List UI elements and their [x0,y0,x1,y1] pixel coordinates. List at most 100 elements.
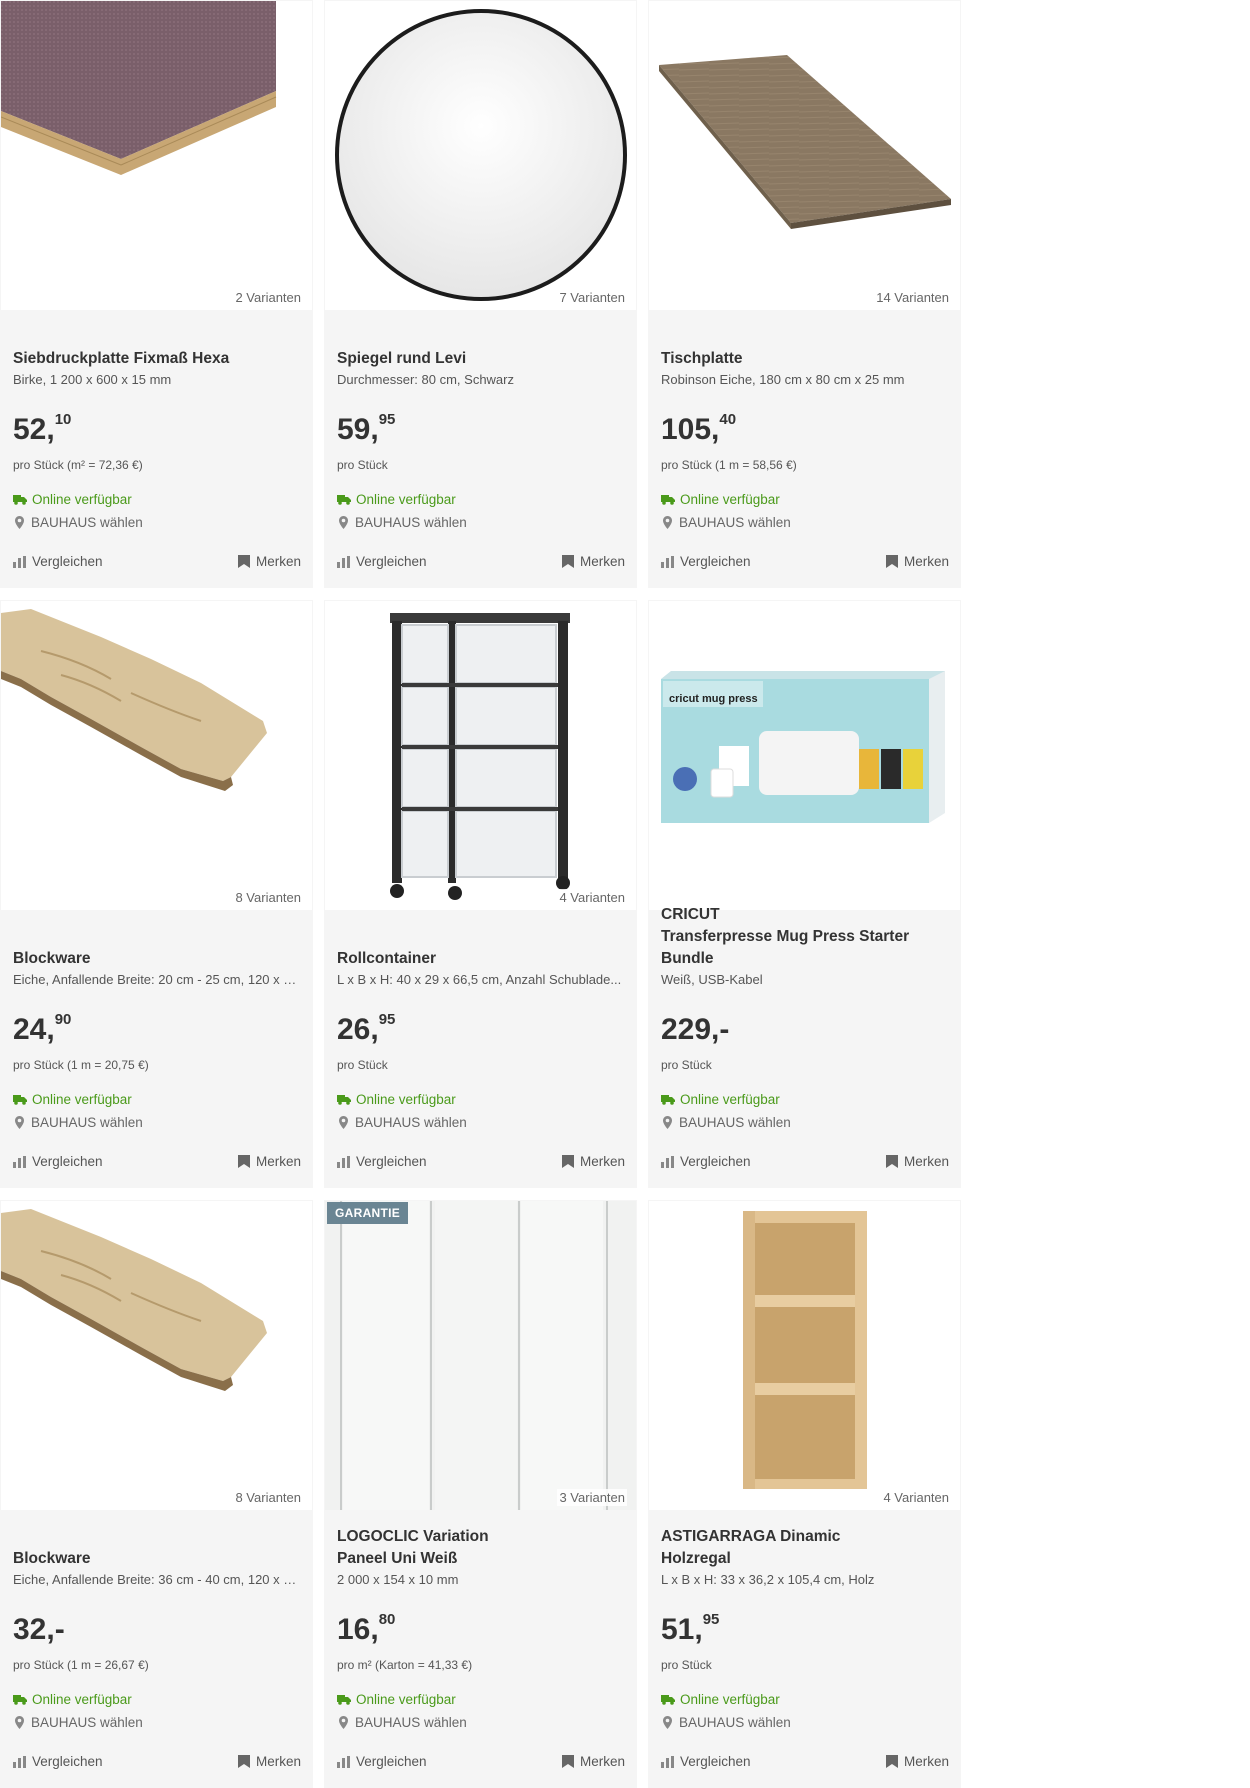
product-title[interactable]: Spiegel rund Levi [337,348,625,370]
product-brand: CRICUT [661,906,720,923]
bookmark-button[interactable]: Merken [885,554,949,569]
product-image[interactable]: 4 Varianten [649,1201,960,1510]
product-title[interactable]: Holzregal [661,1548,949,1570]
compare-button[interactable]: Vergleichen [13,554,103,569]
price: 24,90 [13,1011,72,1046]
product-card[interactable]: 2 Varianten Siebdruckplatte Fixmaß Hexa … [0,0,313,588]
price: 32,- [13,1613,65,1646]
store-select[interactable]: BAUHAUS wählen [337,1115,467,1130]
compare-button[interactable]: Vergleichen [661,1754,751,1769]
availability: Online verfügbar [13,1092,132,1107]
product-subtitle: Weiß, USB-Kabel [661,972,763,987]
bookmark-icon [885,1155,898,1168]
product-title[interactable]: Paneel Uni Weiß [337,1548,625,1570]
product-card[interactable]: 8 Varianten Blockware Eiche, Anfallende … [0,1200,313,1788]
availability: Online verfügbar [13,1692,132,1707]
store-select[interactable]: BAUHAUS wählen [337,515,467,530]
bookmark-button[interactable]: Merken [561,1754,625,1769]
compare-icon [661,555,674,568]
compare-button[interactable]: Vergleichen [13,1154,103,1169]
store-select[interactable]: BAUHAUS wählen [13,1715,143,1730]
bookmark-button[interactable]: Merken [561,1154,625,1169]
variants-count: 7 Varianten [557,289,627,306]
unit-price: pro Stück (1 m = 26,67 €) [13,1658,149,1672]
product-image[interactable]: GARANTIE 3 Varianten [325,1201,636,1510]
product-card[interactable]: 7 Varianten Spiegel rund Levi Durchmesse… [324,0,637,588]
product-subtitle: 2 000 x 154 x 10 mm [337,1572,459,1587]
truck-icon [13,1095,27,1105]
compare-button[interactable]: Vergleichen [661,1154,751,1169]
product-title[interactable]: Tischplatte [661,348,949,370]
bookmark-icon [561,555,574,568]
bookmark-button[interactable]: Merken [885,1154,949,1169]
truck-icon [13,1695,27,1705]
product-grid: 2 Varianten Siebdruckplatte Fixmaß Hexa … [0,0,962,1788]
store-select[interactable]: BAUHAUS wählen [661,1115,791,1130]
product-card[interactable]: 4 Varianten Rollcontainer L x B x H: 40 … [324,600,637,1188]
product-image[interactable]: 8 Varianten [1,601,312,910]
compare-button[interactable]: Vergleichen [337,1154,427,1169]
location-pin-icon [339,1116,348,1129]
bookmark-icon [561,1755,574,1768]
compare-button[interactable]: Vergleichen [661,554,751,569]
location-pin-icon [15,516,24,529]
compare-button[interactable]: Vergleichen [337,554,427,569]
product-subtitle: L x B x H: 33 x 36,2 x 105,4 cm, Holz [661,1572,875,1587]
product-image[interactable]: 2 Varianten [1,1,312,310]
product-title[interactable]: Blockware [13,1548,301,1570]
availability: Online verfügbar [337,1692,456,1707]
location-pin-icon [339,1716,348,1729]
product-card[interactable]: 14 Varianten Tischplatte Robinson Eiche,… [648,0,961,588]
product-image[interactable]: 8 Varianten [1,1201,312,1510]
product-card[interactable]: 8 Varianten Blockware Eiche, Anfallende … [0,600,313,1188]
compare-icon [337,1755,350,1768]
bookmark-icon [561,1155,574,1168]
product-image[interactable]: 4 Varianten [325,601,636,910]
product-subtitle: Durchmesser: 80 cm, Schwarz [337,372,514,387]
product-card[interactable]: cricut mug press CRICUT Transferpresse M… [648,600,961,1188]
product-title[interactable]: Transferpresse Mug Press Starter Bundle [661,926,949,970]
product-brand: ASTIGARRAGA Dinamic [661,1528,841,1545]
bookmark-icon [885,555,898,568]
availability: Online verfügbar [661,1092,780,1107]
product-card[interactable]: GARANTIE 3 Varianten LOGOCLIC Variation … [324,1200,637,1788]
store-select[interactable]: BAUHAUS wählen [661,1715,791,1730]
compare-icon [13,555,26,568]
guarantee-badge: GARANTIE [327,1202,409,1224]
bookmark-button[interactable]: Merken [237,1754,301,1769]
unit-price: pro Stück [661,1058,712,1072]
product-subtitle: Eiche, Anfallende Breite: 20 cm - 25 cm,… [13,972,301,987]
store-select[interactable]: BAUHAUS wählen [13,515,143,530]
product-image[interactable]: cricut mug press [649,601,960,910]
location-pin-icon [663,1116,672,1129]
unit-price: pro Stück [337,1058,388,1072]
product-card[interactable]: 4 Varianten ASTIGARRAGA Dinamic Holzrega… [648,1200,961,1788]
variants-count: 8 Varianten [233,889,303,906]
product-brand: LOGOCLIC Variation [337,1528,489,1545]
variants-count: 4 Varianten [557,889,627,906]
truck-icon [337,495,351,505]
product-title[interactable]: Siebdruckplatte Fixmaß Hexa [13,348,301,370]
truck-icon [661,1695,675,1705]
product-image[interactable]: 7 Varianten [325,1,636,310]
store-select[interactable]: BAUHAUS wählen [13,1115,143,1130]
compare-button[interactable]: Vergleichen [337,1754,427,1769]
product-image[interactable]: 14 Varianten [649,1,960,310]
truck-icon [337,1695,351,1705]
bookmark-button[interactable]: Merken [237,554,301,569]
store-select[interactable]: BAUHAUS wählen [661,515,791,530]
bookmark-icon [237,555,250,568]
compare-icon [661,1755,674,1768]
bookmark-icon [237,1755,250,1768]
bookmark-button[interactable]: Merken [237,1154,301,1169]
location-pin-icon [15,1716,24,1729]
bookmark-button[interactable]: Merken [885,1754,949,1769]
product-title[interactable]: Rollcontainer [337,948,625,970]
product-title[interactable]: Blockware [13,948,301,970]
bookmark-button[interactable]: Merken [561,554,625,569]
variants-count: 3 Varianten [557,1489,627,1506]
compare-button[interactable]: Vergleichen [13,1754,103,1769]
store-select[interactable]: BAUHAUS wählen [337,1715,467,1730]
compare-icon [337,555,350,568]
unit-price: pro Stück (m² = 72,36 €) [13,458,143,472]
